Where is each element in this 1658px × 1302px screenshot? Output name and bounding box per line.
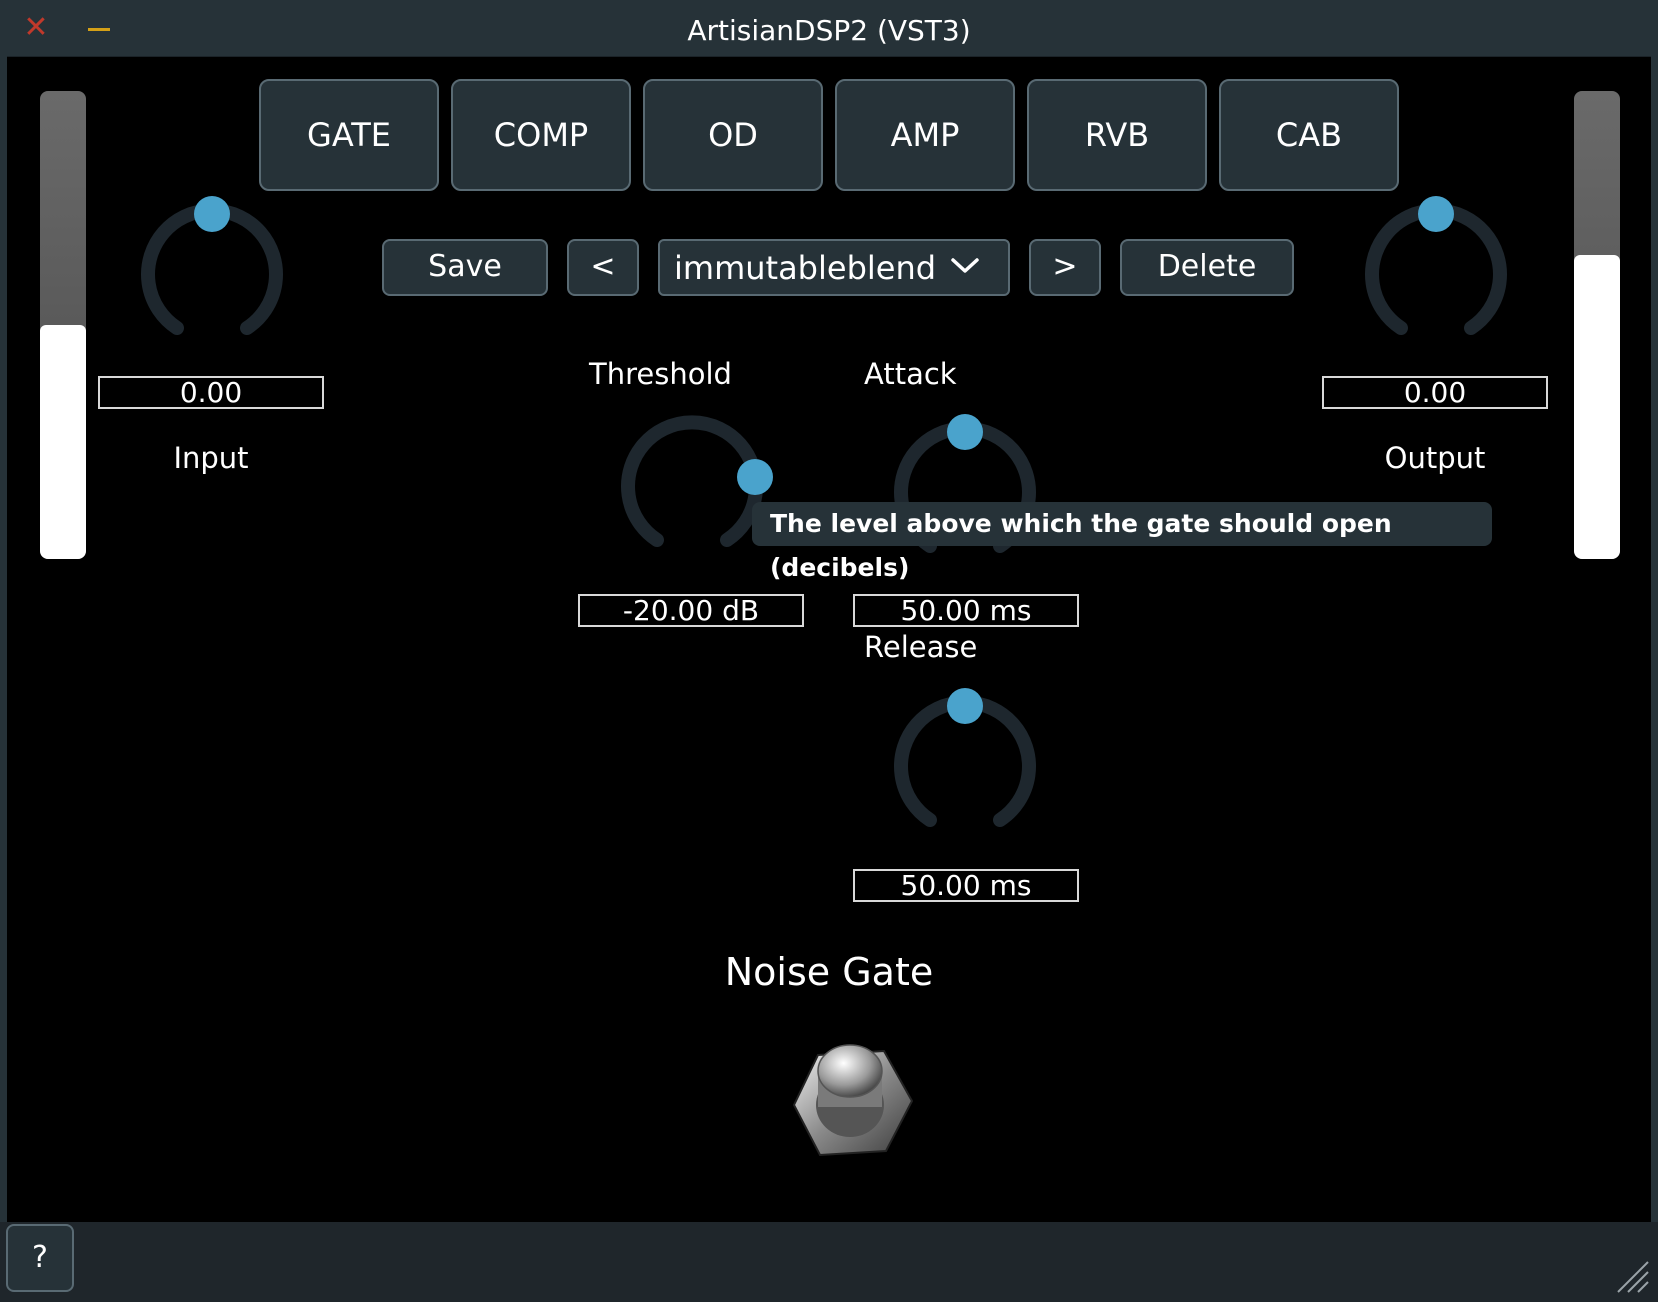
tab-comp[interactable]: COMP (451, 79, 631, 191)
input-label: Input (173, 441, 249, 475)
input-value-field[interactable]: 0.00 (98, 376, 324, 409)
attack-value-field[interactable]: 50.00 ms (853, 594, 1079, 627)
prev-preset-button[interactable]: < (567, 239, 639, 296)
output-value-field[interactable]: 0.00 (1322, 376, 1548, 409)
threshold-knob[interactable] (607, 407, 777, 577)
preset-name: immutableblend (674, 249, 937, 287)
threshold-label: Threshold (589, 357, 732, 391)
threshold-knob-handle (737, 459, 773, 495)
tab-amp[interactable]: AMP (835, 79, 1015, 191)
window-frame-left (0, 56, 7, 1246)
tab-od[interactable]: OD (643, 79, 823, 191)
preset-select[interactable]: immutableblend (658, 239, 1010, 296)
threshold-value-field[interactable]: -20.00 dB (578, 594, 804, 627)
input-meter-fill (40, 325, 86, 559)
output-knob-handle (1418, 196, 1454, 232)
release-label: Release (864, 630, 978, 664)
title-bar: ✕ ArtisianDSP2 (VST3) (0, 0, 1658, 57)
next-preset-button[interactable]: > (1029, 239, 1101, 296)
output-gain-knob[interactable] (1351, 195, 1521, 365)
window-frame-right (1651, 56, 1658, 1246)
attack-knob-handle (947, 414, 983, 450)
tab-cab[interactable]: CAB (1219, 79, 1399, 191)
window-title: ArtisianDSP2 (VST3) (687, 14, 971, 47)
effect-title: Noise Gate (724, 950, 934, 994)
release-knob[interactable] (880, 687, 1050, 857)
resize-grip-icon[interactable] (1612, 1256, 1650, 1294)
chevron-down-icon (951, 258, 979, 273)
tab-gate[interactable]: GATE (259, 79, 439, 191)
input-level-meter (40, 91, 86, 559)
attack-label: Attack (864, 357, 957, 391)
threshold-tooltip: The level above which the gate should op… (752, 502, 1492, 582)
plugin-window: ✕ ArtisianDSP2 (VST3) GATE COMP OD AMP R… (0, 0, 1658, 1302)
output-level-meter (1574, 91, 1620, 559)
output-label: Output (1384, 441, 1486, 475)
release-knob-handle (947, 688, 983, 724)
status-bar (0, 1222, 1658, 1302)
delete-preset-button[interactable]: Delete (1120, 239, 1294, 296)
output-meter-fill (1574, 254, 1620, 559)
tab-rvb[interactable]: RVB (1027, 79, 1207, 191)
help-button[interactable]: ? (6, 1224, 74, 1292)
input-knob-handle (194, 196, 230, 232)
save-preset-button[interactable]: Save (382, 239, 548, 296)
release-value-field[interactable]: 50.00 ms (853, 869, 1079, 902)
input-gain-knob[interactable] (127, 195, 297, 365)
footswitch-bypass-icon[interactable] (788, 1033, 918, 1163)
